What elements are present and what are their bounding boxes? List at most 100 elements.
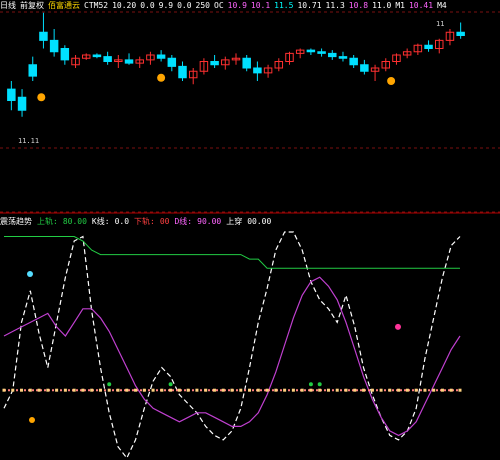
midline-dot [142,388,146,392]
midline-dot [204,388,208,392]
main-header-item: 9.9 [158,1,174,10]
indicator-header-item: 震荡趋势 [0,217,32,226]
candle-body [210,61,219,66]
cyan-signal-dot [27,271,33,277]
chart-canvas[interactable] [0,0,500,460]
candle-body [349,57,358,66]
candle-body [60,48,70,61]
main-header-item: 佰富通云 [48,1,80,10]
midline-dot [300,388,304,392]
midline-dot [72,388,76,392]
midline-dot [283,388,287,392]
midline-dot [256,388,260,392]
main-header-item: OC [214,1,224,10]
main-header-item: 日线 [0,1,16,10]
midline-dot [63,388,67,392]
midline-dot [212,388,216,392]
indicator-header-item: K线: [91,217,110,226]
main-header-item: 11.3 [325,1,345,10]
midline-dot [55,388,59,392]
main-header-item: 10.1 [250,1,271,10]
midline-dot [11,388,15,392]
midline-dot [160,388,164,392]
buy-signal-dot [308,382,313,387]
midline-dot [405,388,409,392]
midline-dot [326,388,330,392]
midline-dot [423,388,427,392]
candle-body [39,31,48,41]
midline-dot [248,388,252,392]
signal-marker [37,93,46,102]
main-header-item: 10.9 [227,1,247,10]
midline-dot [449,388,453,392]
midline-dot [432,388,436,392]
main-header-item: 0.0 [177,1,192,10]
midline-dot [195,388,199,392]
price-scale-label: 11.11 [18,137,40,145]
midline-dot [414,388,418,392]
midline-dot [116,388,120,392]
series-line-upper [4,236,460,269]
candle-body [328,52,337,58]
candle-body [253,67,262,74]
candle-body [17,96,27,111]
candle-body [49,39,59,53]
midline-dot [318,388,322,392]
indicator-header: 震荡趋势 上轨: 80.00 K线: 0.0 下轨: 00 D线: 90.00 上穿 00.00 [0,216,271,228]
price-tick-label: 11 [436,20,445,28]
midline-dot [28,388,32,392]
midline-dot [134,388,138,392]
candle-body [456,31,465,36]
midline-dot [309,388,313,392]
midline-dot [221,388,225,392]
midline-dot [379,388,383,392]
midline-dot [291,388,295,392]
midline-dot [397,388,401,392]
midline-dot [20,388,24,392]
midline-dot [2,388,6,392]
midline-dot [151,388,155,392]
midline-dot [370,388,374,392]
orange-signal-dot [29,417,35,423]
indicator-header-item: 80.00 [62,217,87,226]
midline-dot [440,388,444,392]
candle-body [424,44,433,49]
indicator-header-item: 00.00 [247,217,272,226]
midline-dot [353,388,357,392]
indicator-header-item: 下轨: [134,217,155,226]
candle-body [338,56,348,59]
candle-body [167,57,177,67]
midline-dot [388,388,392,392]
midline-dot [186,388,190,392]
midline-dot [90,388,94,392]
main-header-item: 10.8 [348,1,369,10]
midline-dot [230,388,234,392]
midline-dot [344,388,348,392]
indicator-header-item: 上穿 [226,217,243,226]
buy-signal-dot [317,382,322,387]
midline-dot [335,388,339,392]
main-header-item: 11.5 [274,1,294,10]
candle-body [317,51,326,54]
midline-dot [265,388,269,392]
buy-signal-dot [168,382,173,387]
candle-body [156,54,166,59]
main-chart-header: 日线 前复权 佰富通云 CTM52 10.20 0.0 9.9 0.0 250 OC 10.9 10.… [0,0,447,12]
midline-dot [37,388,41,392]
main-header-item: 11.0 [372,1,392,10]
midline-dot [362,388,366,392]
midline-dot [239,388,243,392]
midline-dot [458,388,462,392]
signal-marker [157,73,166,82]
main-header-item: 前复权 [20,1,44,10]
candle-body [7,88,16,101]
main-header-item: 0.0 [140,1,155,10]
stock-chart-window: 日线 前复权 佰富通云 CTM52 10.20 0.0 9.9 0.0 250 OC 10.9 10.… [0,0,500,460]
series-line-d [3,276,461,437]
midline-dot [98,388,102,392]
midline-dot [107,388,111,392]
main-header-item: 250 [195,1,210,10]
midline-dot [274,388,278,392]
indicator-header-item: D线: [174,217,193,226]
sell-signal-dot [395,323,401,330]
